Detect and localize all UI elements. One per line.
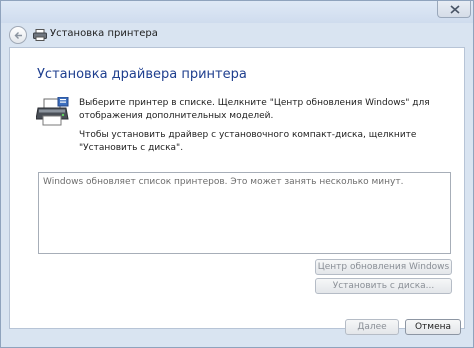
back-arrow-icon: [14, 32, 22, 39]
printer-icon: [33, 29, 47, 41]
cancel-button[interactable]: Отмена: [405, 319, 461, 335]
list-status-text: Windows обновляет список принтеров. Это …: [43, 177, 404, 187]
next-button[interactable]: Далее: [345, 319, 399, 335]
windows-update-button[interactable]: Центр обновления Windows: [315, 259, 452, 275]
navigation-bar: Установка принтера: [1, 23, 473, 47]
printer-install-icon: [36, 97, 69, 126]
printer-wizard-window: Установка принтера Установка драйвера пр…: [0, 0, 474, 348]
page-heading: Установка драйвера принтера: [37, 67, 247, 82]
instruction-text-2: Чтобы установить драйвер с установочного…: [79, 130, 417, 153]
title-bar: [1, 1, 473, 23]
instruction-text-1: Выберите принтер в списке. Щелкните "Цен…: [79, 98, 430, 121]
wizard-content: Установка драйвера принтера Выберите при…: [9, 47, 465, 329]
close-icon: [450, 5, 460, 14]
back-button[interactable]: [9, 26, 27, 44]
wizard-title: Установка принтера: [50, 28, 158, 39]
printer-list[interactable]: Windows обновляет список принтеров. Это …: [38, 172, 451, 254]
close-button[interactable]: [437, 1, 471, 18]
have-disk-button[interactable]: Установить с диска...: [315, 278, 452, 294]
